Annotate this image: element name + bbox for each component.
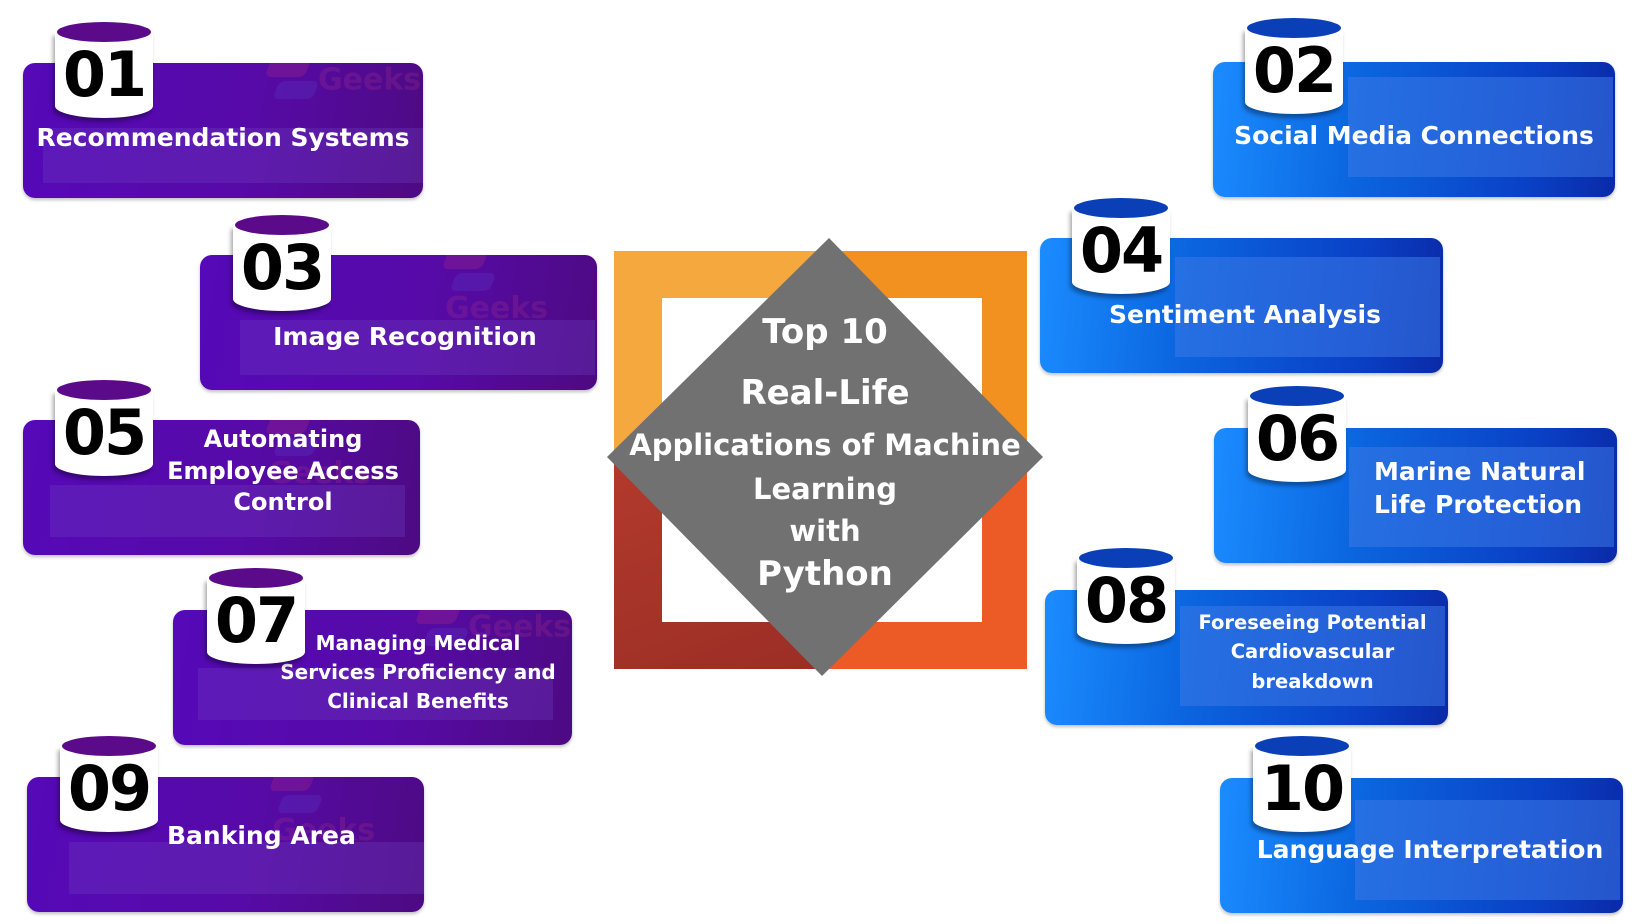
- number-badge-06: 06: [1248, 386, 1346, 486]
- title-line-6: Python: [757, 554, 893, 594]
- title-line-4: Learning: [752, 472, 897, 506]
- item-number: 08: [1084, 564, 1169, 637]
- item-label: Marine Natural Life Protection: [1374, 457, 1586, 519]
- number-badge-10: 10: [1253, 736, 1351, 836]
- python-geeks-logo-icon: [272, 777, 318, 817]
- center-title: Top 10 Real-Life Applications of Machine…: [607, 238, 1043, 676]
- item-label: Language Interpretation: [1256, 835, 1604, 864]
- item-number: 06: [1255, 402, 1340, 475]
- number-badge-09: 09: [60, 736, 158, 836]
- number-badge-02: 02: [1245, 18, 1343, 118]
- number-badge-03: 03: [233, 215, 331, 315]
- item-label: Banking Area: [167, 821, 356, 850]
- item-number: 07: [214, 584, 299, 657]
- item-label: Image Recognition: [273, 322, 537, 351]
- item-label: Foreseeing Potential Cardiovascular brea…: [1198, 611, 1427, 693]
- python-geeks-logo-icon: [268, 63, 314, 103]
- item-label: Social Media Connections: [1234, 121, 1594, 150]
- title-line-3: Applications of Machine: [629, 428, 1021, 462]
- number-badge-07: 07: [207, 568, 305, 668]
- item-number: 09: [67, 752, 152, 825]
- title-line-2: Real-Life: [740, 373, 910, 413]
- item-number: 04: [1079, 214, 1164, 287]
- number-badge-05: 05: [55, 380, 153, 480]
- number-badge-08: 08: [1077, 548, 1175, 648]
- title-line-1: Top 10: [762, 312, 888, 352]
- item-number: 01: [62, 38, 147, 111]
- item-number: 03: [240, 231, 325, 304]
- item-label: Sentiment Analysis: [1109, 300, 1381, 329]
- title-line-5: with: [789, 514, 861, 548]
- number-badge-01: 01: [55, 22, 153, 122]
- item-number: 05: [62, 396, 147, 469]
- item-number: 02: [1252, 34, 1337, 107]
- watermark: Geeks: [268, 63, 421, 103]
- item-label: Managing Medical Services Proficiency an…: [280, 631, 556, 713]
- watermark: Geeks: [445, 255, 597, 324]
- python-geeks-logo-icon: [445, 255, 491, 295]
- item-number: 10: [1260, 752, 1345, 825]
- item-label: Automating Employee Access Control: [167, 425, 399, 517]
- item-label: Recommendation Systems: [36, 123, 410, 152]
- number-badge-04: 04: [1072, 198, 1170, 298]
